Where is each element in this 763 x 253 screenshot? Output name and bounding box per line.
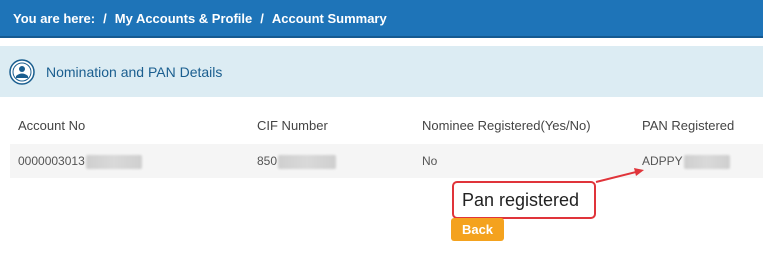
column-header-cif-number: CIF Number [257, 118, 328, 133]
pan-registered-cell: ADPPY [642, 144, 730, 178]
account-no-value: 0000003013 [18, 154, 85, 168]
nomination-icon [9, 58, 35, 85]
nominee-registered-cell: No [422, 154, 438, 168]
annotation-callout: Pan registered [452, 181, 596, 219]
column-header-pan-registered: PAN Registered [642, 118, 735, 133]
breadcrumb-separator: / [103, 11, 107, 26]
panel-title: Nomination and PAN Details [46, 63, 223, 80]
column-header-nominee-registered: Nominee Registered(Yes/No) [422, 118, 591, 133]
breadcrumb-separator: / [260, 11, 264, 26]
nomination-table: Account No CIF Number Nominee Registered… [10, 109, 763, 178]
panel-header: Nomination and PAN Details [0, 46, 763, 97]
page: You are here: / My Accounts & Profile / Acco… [0, 0, 763, 253]
breadcrumb-prefix: You are here: [13, 11, 96, 26]
back-button[interactable]: Back [451, 218, 504, 241]
table-header-row: Account No CIF Number Nominee Registered… [10, 109, 763, 144]
cif-number-value: 850 [257, 154, 278, 168]
annotation-arrow-icon [595, 168, 644, 183]
account-no-cell: 0000003013 [18, 144, 142, 178]
redacted-mask [683, 154, 730, 169]
breadcrumb-item-account-summary: Account Summary [271, 11, 387, 26]
redacted-mask [85, 154, 142, 169]
breadcrumb-item-my-accounts[interactable]: My Accounts & Profile [115, 0, 252, 38]
cif-number-cell: 850 [257, 144, 337, 178]
breadcrumb: You are here: / My Accounts & Profile / Acco… [0, 0, 763, 38]
redacted-mask [278, 154, 337, 169]
table-row: 0000003013 850 No ADPPY [10, 144, 763, 178]
column-header-account-no: Account No [18, 118, 86, 133]
